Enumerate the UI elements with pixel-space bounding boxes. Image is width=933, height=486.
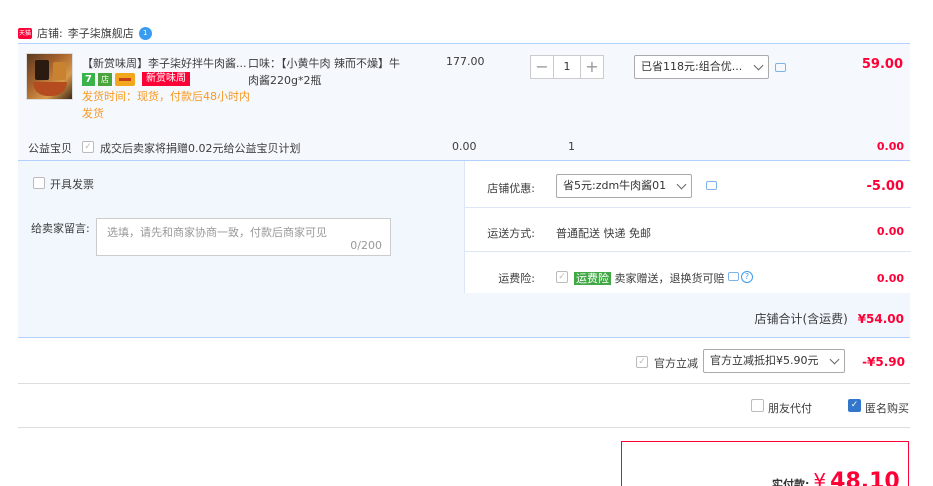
- charity-qty: 1: [568, 140, 575, 153]
- coupon-amount: -5.00: [866, 179, 904, 194]
- order-item-section: 【新赏味周】李子柒好拌牛肉酱... 7 店 新赏味周 发货时间：现货，付款后48…: [18, 43, 910, 161]
- charity-label: 公益宝贝: [28, 142, 72, 155]
- official-discount-checkbox[interactable]: ✓: [636, 356, 648, 368]
- store-total-label: 店铺合计(含运费): [754, 312, 848, 326]
- chevron-down-icon: [676, 179, 687, 190]
- qty-input[interactable]: 1: [554, 55, 580, 79]
- row-divider: [465, 207, 911, 208]
- payment-summary-box: 实付款: ¥ 48.10: [621, 441, 909, 486]
- help-icon[interactable]: ?: [741, 271, 753, 283]
- message-counter: 0/200: [350, 239, 382, 252]
- shipping-value: 普通配送 快递 免邮: [556, 227, 651, 240]
- friend-pay-checkbox[interactable]: [751, 399, 764, 412]
- unit-price: 177.00: [446, 55, 485, 68]
- chevron-down-icon: [829, 354, 840, 365]
- credit-card-icon[interactable]: [115, 72, 135, 86]
- invoice-label: 开具发票: [50, 178, 94, 191]
- promo-select[interactable]: 已省118元:组合优...: [634, 55, 769, 79]
- store-name-link[interactable]: 李子柒旗舰店: [68, 25, 134, 41]
- message-label: 给卖家留言:: [31, 222, 90, 235]
- order-summary-pane: 店铺优惠: 省5元:zdm牛肉酱01 -5.00 运送方式: 普通配送 快递 免…: [464, 161, 911, 293]
- insurance-tag: 运费险: [574, 272, 611, 285]
- currency-symbol: ¥: [813, 469, 827, 486]
- promo-select-value: 已省118元:组合优...: [641, 60, 743, 73]
- friend-pay-label: 朋友代付: [768, 402, 812, 415]
- shop-guarantee-icon[interactable]: 店: [98, 72, 112, 86]
- coupon-label: 店铺优惠:: [487, 182, 535, 195]
- charity-checkbox[interactable]: ✓: [82, 141, 94, 153]
- store-total: 店铺合计(含运费) ¥54.00: [754, 310, 904, 327]
- comment-icon[interactable]: [706, 181, 717, 190]
- charity-price: 0.00: [452, 140, 477, 153]
- insurance-checkbox[interactable]: ✓: [556, 271, 568, 283]
- row-divider: [465, 251, 911, 252]
- order-options-section: 开具发票 给卖家留言: 选填，请先和商家协商一致，付款后商家可见 0/200 店…: [18, 160, 911, 338]
- tmall-icon: 天猫: [18, 27, 32, 39]
- section-divider: [18, 383, 910, 384]
- quantity-stepper: − 1 +: [530, 55, 604, 79]
- promo-tag: 新赏味周: [142, 72, 190, 86]
- product-badges: 7 店 新赏味周: [82, 72, 190, 86]
- qty-plus-button[interactable]: +: [580, 55, 604, 79]
- comment-icon[interactable]: [728, 272, 739, 281]
- store-label: 店铺:: [37, 27, 63, 40]
- official-discount-select[interactable]: 官方立减抵扣¥5.90元: [703, 349, 845, 373]
- payment-label: 实付款:: [772, 478, 810, 486]
- store-total-amount: ¥54.00: [857, 312, 904, 326]
- charity-total: 0.00: [876, 140, 904, 153]
- message-textarea[interactable]: 选填，请先和商家协商一致，付款后商家可见 0/200: [96, 218, 391, 256]
- payment-amount: 48.10: [830, 469, 900, 486]
- chevron-down-icon: [753, 60, 764, 71]
- store-header: 天猫 店铺: 李子柒旗舰店 1: [18, 26, 152, 40]
- anonymous-checkbox[interactable]: ✓: [848, 399, 861, 412]
- sku-label: 口味：: [248, 57, 281, 70]
- comment-icon[interactable]: [775, 63, 786, 72]
- seven-day-return-icon[interactable]: 7: [82, 72, 95, 86]
- sku-info: 口味：【小黄牛肉 辣而不燥】牛肉酱220g*2瓶: [248, 55, 408, 89]
- coupon-select-value: 省5元:zdm牛肉酱01: [563, 179, 667, 192]
- shipping-amount: 0.00: [876, 225, 904, 238]
- message-placeholder: 选填，请先和商家协商一致，付款后商家可见: [107, 226, 327, 239]
- insurance-text: 卖家赠送，退换货可赔: [614, 272, 725, 285]
- product-title-link[interactable]: 【新赏味周】李子柒好拌牛肉酱...: [82, 55, 252, 71]
- ship-time-text: 发货时间：现货，付款后48小时内发货: [82, 90, 250, 120]
- insurance-label: 运费险:: [498, 272, 535, 285]
- product-thumbnail[interactable]: [26, 53, 73, 100]
- official-discount-amount: -¥5.90: [862, 355, 905, 369]
- official-discount-label: 官方立减: [654, 357, 698, 370]
- section-divider: [18, 427, 910, 428]
- payment-total: 实付款: ¥ 48.10: [772, 469, 900, 486]
- shipping-label: 运送方式:: [487, 227, 535, 240]
- insurance-info: 运费险 卖家赠送，退换货可赔: [574, 270, 725, 286]
- official-discount-value: 官方立减抵扣¥5.90元: [710, 354, 819, 367]
- charity-text: 成交后卖家将捐赠0.02元给公益宝贝计划: [100, 142, 301, 155]
- coupon-select[interactable]: 省5元:zdm牛肉酱01: [556, 174, 692, 198]
- wangwang-chat-icon[interactable]: 1: [138, 26, 152, 40]
- insurance-amount: 0.00: [876, 272, 904, 285]
- item-subtotal: 59.00: [861, 57, 903, 72]
- invoice-checkbox[interactable]: [33, 177, 45, 189]
- qty-minus-button[interactable]: −: [530, 55, 554, 79]
- anonymous-label: 匿名购买: [865, 402, 909, 415]
